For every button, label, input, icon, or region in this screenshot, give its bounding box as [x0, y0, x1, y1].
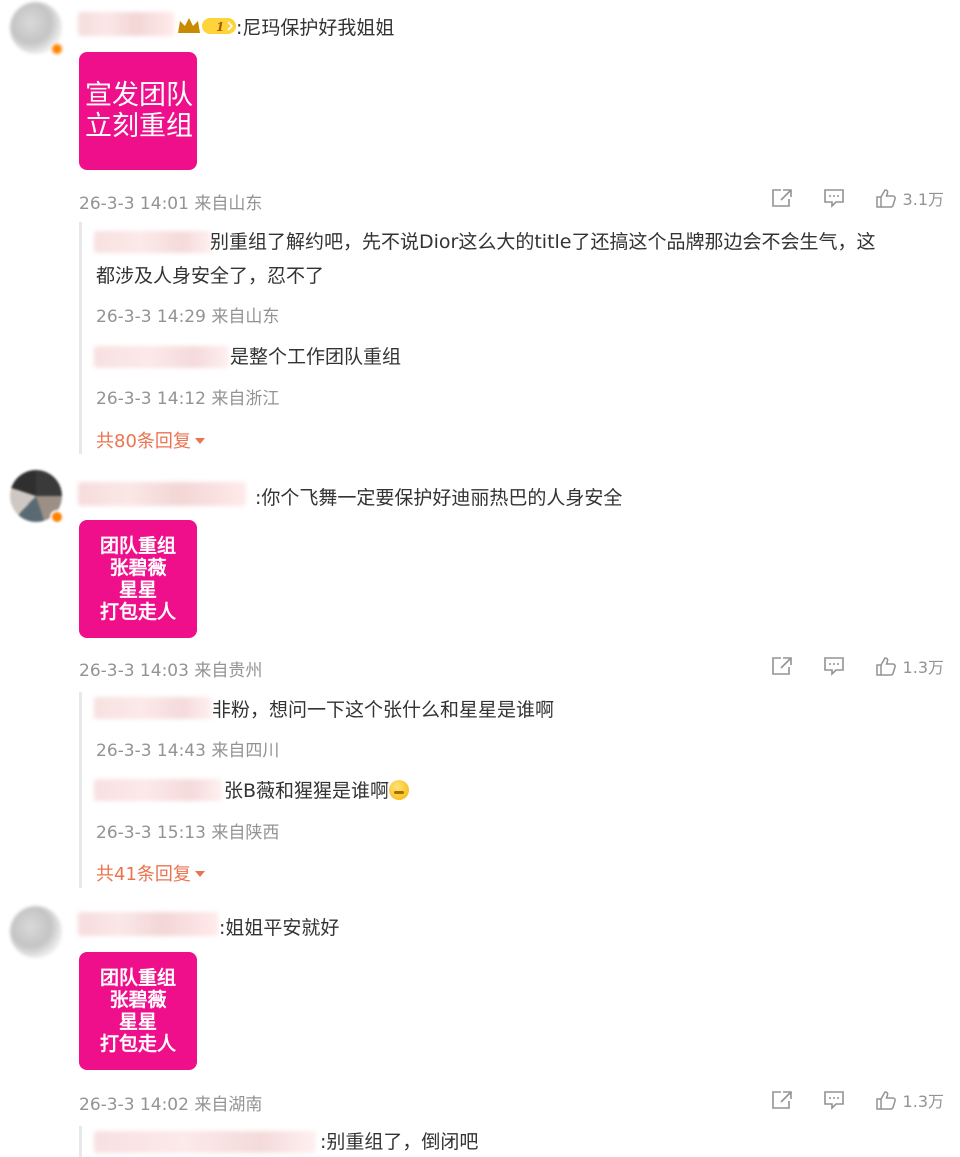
like-button[interactable]: 3.1万	[875, 186, 944, 210]
sticker-line: 星星	[118, 579, 157, 601]
like-count: 3.1万	[902, 190, 944, 209]
emoji-icon	[389, 780, 410, 800]
comment-icon	[823, 1091, 844, 1110]
share-button[interactable]	[771, 188, 793, 208]
comment-sticker-image[interactable]: 宣发团队 立刻重组	[79, 52, 197, 170]
sticker-line: 星星	[118, 1011, 157, 1033]
comment-sticker-image[interactable]: 团队重组 张碧薇 星星 打包走人	[79, 952, 197, 1070]
comment-location: 来自山东	[194, 194, 263, 214]
reply-username[interactable]	[94, 779, 222, 801]
share-button[interactable]	[771, 656, 793, 676]
reply-list: 非粉，想问一下这个张什么和星星是谁啊 26-3-3 14:43 来自四川 张B薇…	[79, 692, 949, 888]
comment-meta: 26-3-3 14:03 来自贵州	[79, 656, 262, 681]
reply-text: 别重组了解约吧，先不说Dior这么大的title了还搞这个品牌那边会不会生气，这	[210, 231, 876, 253]
sticker-line: 宣发团队	[85, 80, 193, 111]
reply-text: 非粉，想问一下这个张什么和星星是谁啊	[212, 699, 555, 721]
sticker-line: 立刻重组	[85, 111, 193, 142]
comment-actions: 3.1万	[771, 186, 944, 210]
share-icon	[771, 189, 792, 207]
sticker-line: 张碧薇	[109, 989, 167, 1011]
reply-username[interactable]	[94, 346, 229, 368]
reply-location: 来自四川	[211, 741, 280, 761]
comment-time: 26-3-3 14:03	[79, 661, 189, 681]
reply-meta: 26-3-3 14:12 来自浙江	[96, 384, 279, 409]
username[interactable]	[78, 482, 246, 506]
comment-meta: 26-3-3 14:02 来自湖南	[79, 1090, 262, 1115]
reply-meta: 26-3-3 15:13 来自陕西	[96, 818, 279, 843]
like-count: 1.3万	[902, 1092, 944, 1111]
like-button[interactable]: 1.3万	[875, 1088, 944, 1112]
comment-time: 26-3-3 14:01	[79, 194, 189, 214]
reply-username[interactable]	[94, 1131, 316, 1153]
crown-badge-icon[interactable]: 1	[176, 15, 240, 37]
sticker-line: 团队重组	[99, 535, 176, 557]
verified-icon	[50, 510, 64, 524]
comment-button[interactable]	[823, 1090, 845, 1110]
comment-text: :尼玛保护好我姐姐	[236, 17, 395, 39]
avatar[interactable]	[10, 906, 62, 958]
svg-text:1: 1	[216, 20, 224, 34]
avatar[interactable]	[10, 470, 64, 524]
comment-text: :你个飞舞一定要保护好迪丽热巴的人身安全	[255, 487, 623, 509]
avatar[interactable]	[10, 2, 64, 56]
reply-time: 26-3-3 15:13	[96, 823, 206, 843]
username[interactable]	[78, 912, 218, 936]
username[interactable]	[78, 12, 174, 36]
reply-location: 来自山东	[211, 307, 280, 327]
comment-icon	[823, 657, 844, 676]
comment-meta: 26-3-3 14:01 来自山东	[79, 189, 262, 214]
reply-text-cont: 都涉及人身安全了，忍不了	[96, 265, 325, 287]
reply-meta: 26-3-3 14:29 来自山东	[96, 302, 279, 327]
caret-down-icon	[194, 438, 205, 444]
sticker-line: 打包走人	[99, 601, 176, 623]
reply-meta: 26-3-3 14:43 来自四川	[96, 736, 279, 761]
reply-username[interactable]	[94, 231, 212, 253]
reply-text: 张B薇和猩猩是谁啊	[224, 776, 410, 806]
comment-button[interactable]	[823, 188, 845, 208]
comment-time: 26-3-3 14:02	[79, 1095, 189, 1115]
reply-list: :别重组了，倒闭吧	[79, 1126, 949, 1157]
thumbs-up-icon	[875, 657, 896, 676]
sticker-line: 团队重组	[99, 967, 176, 989]
comment-actions: 1.3万	[771, 654, 944, 678]
thumbs-up-icon	[875, 189, 896, 208]
reply-text: :别重组了，倒闭吧	[320, 1131, 479, 1153]
comment-text: :姐姐平安就好	[219, 917, 340, 939]
reply-time: 26-3-3 14:43	[96, 741, 206, 761]
comment-sticker-image[interactable]: 团队重组 张碧薇 星星 打包走人	[79, 520, 197, 638]
comment-location: 来自湖南	[194, 1095, 263, 1115]
like-count: 1.3万	[902, 658, 944, 677]
caret-down-icon	[194, 871, 205, 877]
comment-actions: 1.3万	[771, 1088, 944, 1112]
more-replies-link[interactable]: 共80条回复	[96, 427, 205, 453]
sticker-line: 张碧薇	[109, 557, 167, 579]
reply-time: 26-3-3 14:12	[96, 389, 206, 409]
reply-time: 26-3-3 14:29	[96, 307, 206, 327]
verified-icon	[50, 42, 64, 56]
comment-icon	[823, 189, 844, 208]
comment-location: 来自贵州	[194, 661, 263, 681]
reply-location: 来自浙江	[211, 389, 280, 409]
reply-location: 来自陕西	[211, 823, 280, 843]
more-replies-link[interactable]: 共41条回复	[96, 860, 205, 886]
reply-list: 别重组了解约吧，先不说Dior这么大的title了还搞这个品牌那边会不会生气，这…	[79, 222, 949, 454]
comment-button[interactable]	[823, 656, 845, 676]
like-button[interactable]: 1.3万	[875, 654, 944, 678]
thumbs-up-icon	[875, 1091, 896, 1110]
reply-text: 是整个工作团队重组	[230, 346, 402, 368]
share-icon	[771, 1091, 792, 1109]
sticker-line: 打包走人	[99, 1033, 176, 1055]
share-button[interactable]	[771, 1090, 793, 1110]
reply-username[interactable]	[94, 697, 212, 719]
share-icon	[771, 657, 792, 675]
